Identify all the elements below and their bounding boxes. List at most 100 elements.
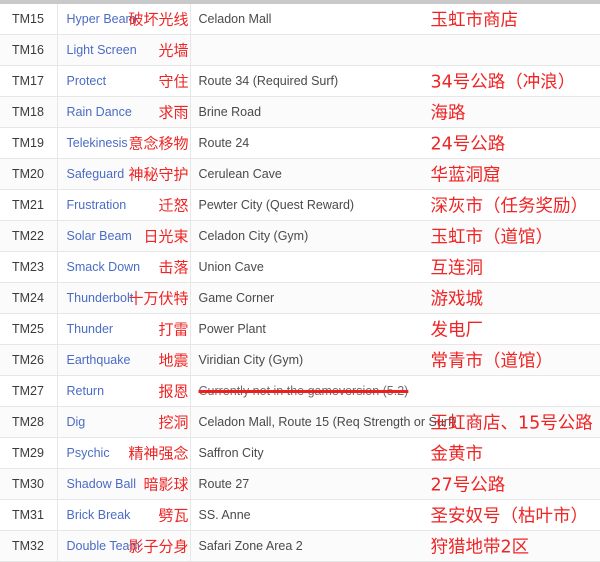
tm-number-cell: TM17 xyxy=(0,66,57,97)
location-text: Route 27 xyxy=(199,477,250,491)
move-link[interactable]: Protect xyxy=(67,74,107,88)
location-annotation-chinese: 圣安奴号（枯叶市） xyxy=(431,503,589,528)
tm-number-cell: TM28 xyxy=(0,407,57,438)
tm-number-cell: TM29 xyxy=(0,438,57,469)
location-cell: Viridian City (Gym) 常青市（道馆） xyxy=(190,345,600,376)
move-name-chinese: 日光束 xyxy=(143,226,188,247)
move-name-cell: Brick Break劈瓦 xyxy=(57,500,190,531)
location-wrap: Union Cave互连洞 xyxy=(191,252,600,282)
move-name-wrap: Light Screen 光墙 xyxy=(58,35,190,65)
move-link[interactable]: Solar Beam xyxy=(67,229,132,243)
location-text: Viridian City (Gym) xyxy=(199,353,304,367)
move-name-chinese: 打雷 xyxy=(158,319,188,340)
location-annotation-chinese: 深灰市（任务奖励） xyxy=(431,193,589,218)
move-name-chinese: 破坏光线 xyxy=(128,9,188,30)
tm-number-cell: TM31 xyxy=(0,500,57,531)
move-name-wrap: Safeguard神秘守护 xyxy=(58,159,190,189)
move-name-chinese: 影子分身 xyxy=(128,536,188,557)
location-text: Pewter City (Quest Reward) xyxy=(199,198,355,212)
move-link[interactable]: Thunder xyxy=(67,322,114,336)
tm-number-cell: TM16 xyxy=(0,35,57,66)
location-wrap: Route 2424号公路 xyxy=(191,128,600,158)
location-cell: Route 2424号公路 xyxy=(190,128,600,159)
table-row: TM22Solar Beam日光束Celadon City (Gym)玉虹市（道… xyxy=(0,221,600,252)
tm-number-cell: TM15 xyxy=(0,4,57,35)
location-annotation-chinese: 游戏城 xyxy=(431,286,484,311)
move-name-chinese: 击落 xyxy=(158,257,188,278)
move-name-wrap: Smack Down 击落 xyxy=(58,252,190,282)
tm-number-cell: TM24 xyxy=(0,283,57,314)
move-name-cell: Solar Beam 日光束 xyxy=(57,221,190,252)
table-row: TM15Hyper Beam破坏光线Celadon Mall玉虹市商店 xyxy=(0,4,600,35)
location-cell: Celadon Mall玉虹市商店 xyxy=(190,4,600,35)
move-name-wrap: Brick Break劈瓦 xyxy=(58,500,190,530)
location-annotation-chinese: 玉虹市商店 xyxy=(431,7,519,32)
table-row: TM27Return报恩Currently not in the gamever… xyxy=(0,376,600,407)
move-link[interactable]: Hyper Beam xyxy=(67,12,136,26)
tm-number-cell: TM18 xyxy=(0,97,57,128)
move-link[interactable]: Psychic xyxy=(67,446,110,460)
location-text: Celadon City (Gym) xyxy=(199,229,309,243)
move-name-cell: Safeguard神秘守护 xyxy=(57,159,190,190)
move-link[interactable]: Light Screen xyxy=(67,43,137,57)
location-wrap: Route 27 27号公路 xyxy=(191,469,600,499)
table-row: TM25 Thunder 打雷Power Plant发电厂 xyxy=(0,314,600,345)
location-text: SS. Anne xyxy=(199,508,251,522)
move-name-wrap: Rain Dance求雨 xyxy=(58,97,190,127)
move-name-wrap: Dig挖洞 xyxy=(58,407,190,437)
move-link[interactable]: Dig xyxy=(67,415,86,429)
move-name-cell: Frustration迁怒 xyxy=(57,190,190,221)
table-row: TM18Rain Dance求雨Brine Road海路 xyxy=(0,97,600,128)
location-wrap: Brine Road海路 xyxy=(191,97,600,127)
location-annotation-chinese: 27号公路 xyxy=(431,472,506,497)
location-text: Route 34 (Required Surf) xyxy=(199,74,339,88)
move-link[interactable]: Safeguard xyxy=(67,167,125,181)
location-wrap: SS. Anne 圣安奴号（枯叶市） xyxy=(191,500,600,530)
move-name-chinese: 光墙 xyxy=(158,40,188,61)
move-name-wrap: Double Team影子分身 xyxy=(58,531,190,561)
move-link[interactable]: Earthquake xyxy=(67,353,131,367)
move-link[interactable]: Telekinesis xyxy=(67,136,128,150)
move-link[interactable]: Frustration xyxy=(67,198,127,212)
table-row: TM26Earthquake地震Viridian City (Gym)常青市（道… xyxy=(0,345,600,376)
move-name-chinese: 守住 xyxy=(158,71,188,92)
tm-number-cell: TM32 xyxy=(0,531,57,562)
move-link[interactable]: Thunderbolt xyxy=(67,291,134,305)
location-annotation-chinese: 玉虹市（道馆） xyxy=(431,224,554,249)
location-annotation-chinese: 34号公路（冲浪） xyxy=(431,69,576,94)
move-link[interactable]: Shadow Ball xyxy=(67,477,137,491)
location-annotation-chinese: 金黄市 xyxy=(431,441,484,466)
move-name-cell: Shadow Ball暗影球 xyxy=(57,469,190,500)
location-text: Union Cave xyxy=(199,260,264,274)
location-cell: Route 27 27号公路 xyxy=(190,469,600,500)
move-name-wrap: Thunder 打雷 xyxy=(58,314,190,344)
location-cell: Power Plant发电厂 xyxy=(190,314,600,345)
location-wrap xyxy=(191,35,600,65)
move-link[interactable]: Brick Break xyxy=(67,508,131,522)
table-row: TM28Dig挖洞Celadon Mall, Route 15 (Req Str… xyxy=(0,407,600,438)
move-link[interactable]: Return xyxy=(67,384,105,398)
location-annotation-chinese: 华蓝洞窟 xyxy=(431,162,501,187)
location-annotation-chinese: 发电厂 xyxy=(431,317,484,342)
location-text: Saffron City xyxy=(199,446,264,460)
move-name-chinese: 精神强念 xyxy=(128,443,188,464)
location-wrap: Safari Zone Area 2狩猎地带2区 xyxy=(191,531,600,561)
move-link[interactable]: Smack Down xyxy=(67,260,141,274)
table-row: TM23 Smack Down 击落Union Cave互连洞 xyxy=(0,252,600,283)
location-cell: Union Cave互连洞 xyxy=(190,252,600,283)
move-name-chinese: 报恩 xyxy=(158,381,188,402)
move-link[interactable]: Rain Dance xyxy=(67,105,132,119)
location-annotation-chinese: 玉虹商店、15号公路 xyxy=(431,410,593,435)
move-name-wrap: Hyper Beam破坏光线 xyxy=(58,4,190,34)
location-text: Safari Zone Area 2 xyxy=(199,539,303,553)
location-text: Cerulean Cave xyxy=(199,167,282,181)
table-row: TM31Brick Break劈瓦 SS. Anne 圣安奴号（枯叶市） xyxy=(0,500,600,531)
location-cell: Pewter City (Quest Reward) 深灰市（任务奖励） xyxy=(190,190,600,221)
location-wrap: Route 34 (Required Surf) 34号公路（冲浪） xyxy=(191,66,600,96)
location-cell: Saffron City 金黄市 xyxy=(190,438,600,469)
tm-number-cell: TM25 xyxy=(0,314,57,345)
location-wrap: Power Plant发电厂 xyxy=(191,314,600,344)
move-name-cell: Double Team影子分身 xyxy=(57,531,190,562)
tm-number-cell: TM23 xyxy=(0,252,57,283)
location-annotation-chinese: 常青市（道馆） xyxy=(431,348,554,373)
